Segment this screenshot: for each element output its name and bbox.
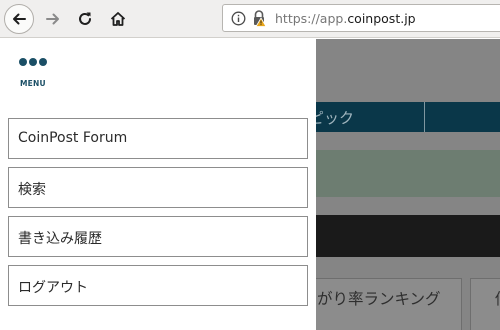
- home-button[interactable]: [103, 4, 133, 34]
- browser-toolbar: https://app.coinpost.jp: [0, 0, 500, 38]
- insecure-lock-icon[interactable]: [251, 9, 267, 27]
- arrow-right-icon: [46, 13, 59, 25]
- menu-toggle-button[interactable]: MENU: [14, 51, 54, 91]
- menu-item-logout[interactable]: ログアウト: [8, 265, 308, 306]
- home-icon: [110, 12, 126, 26]
- arrow-left-icon: [13, 13, 26, 25]
- back-button[interactable]: [4, 4, 34, 34]
- forward-button[interactable]: [38, 4, 68, 34]
- background-tab-label: がり率ランキング: [317, 290, 441, 308]
- url-text: https://app.coinpost.jp: [275, 11, 416, 26]
- url-prefix: https://app.: [275, 11, 348, 26]
- info-icon[interactable]: [231, 11, 246, 26]
- address-bar[interactable]: https://app.coinpost.jp: [222, 4, 500, 32]
- url-domain: coinpost.jp: [347, 11, 416, 26]
- background-tab-label: 価: [495, 287, 500, 309]
- menu-item-label: ログアウト: [18, 280, 88, 296]
- background-tab: 価: [470, 278, 500, 330]
- menu-item-post-history[interactable]: 書き込み履歴: [8, 216, 308, 257]
- menu-item-search[interactable]: 検索: [8, 167, 308, 208]
- nav-divider: [424, 102, 425, 132]
- menu-item-coinpost-forum[interactable]: CoinPost Forum: [8, 118, 308, 159]
- reload-button[interactable]: [70, 4, 100, 34]
- side-menu-drawer: MENU CoinPost Forum 検索 書き込み履歴 ログアウト: [0, 39, 316, 330]
- menu-item-label: 検索: [18, 182, 46, 198]
- menu-item-label: CoinPost Forum: [18, 130, 128, 146]
- menu-item-label: 書き込み履歴: [18, 231, 102, 247]
- dots-menu-icon: [19, 58, 47, 66]
- reload-icon: [79, 12, 91, 25]
- menu-label: MENU: [20, 79, 46, 88]
